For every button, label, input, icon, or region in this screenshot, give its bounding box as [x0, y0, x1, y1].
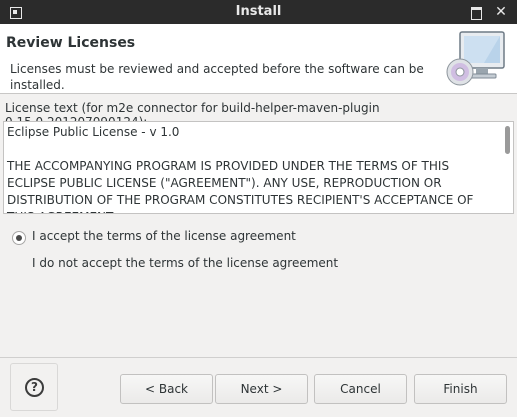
license-text: Eclipse Public License - v 1.0 THE ACCOM…	[7, 125, 474, 213]
accept-radio[interactable]	[12, 231, 26, 245]
cancel-button[interactable]: Cancel	[314, 374, 407, 404]
page-description: Licenses must be reviewed and accepted b…	[10, 62, 424, 92]
next-button[interactable]: Next >	[215, 374, 308, 404]
monitor-cd-icon	[446, 31, 505, 86]
back-button[interactable]: < Back	[120, 374, 213, 404]
maximize-icon[interactable]	[470, 6, 482, 20]
help-button[interactable]: ?	[10, 363, 58, 411]
title-bar: Install ✕	[0, 0, 517, 24]
help-icon: ?	[25, 378, 44, 397]
license-scrollbar[interactable]	[505, 126, 510, 154]
window-title: Install	[235, 4, 282, 19]
page-title: Review Licenses	[6, 35, 136, 51]
finish-button[interactable]: Finish	[414, 374, 507, 404]
accept-label[interactable]: I accept the terms of the license agreem…	[32, 229, 296, 243]
license-text-area[interactable]: Eclipse Public License - v 1.0 THE ACCOM…	[3, 121, 514, 214]
close-icon[interactable]: ✕	[495, 5, 507, 19]
decline-label[interactable]: I do not accept the terms of the license…	[32, 256, 338, 270]
button-bar-separator	[0, 357, 517, 358]
wizard-header: Review Licenses Licenses must be reviewe…	[0, 24, 517, 94]
